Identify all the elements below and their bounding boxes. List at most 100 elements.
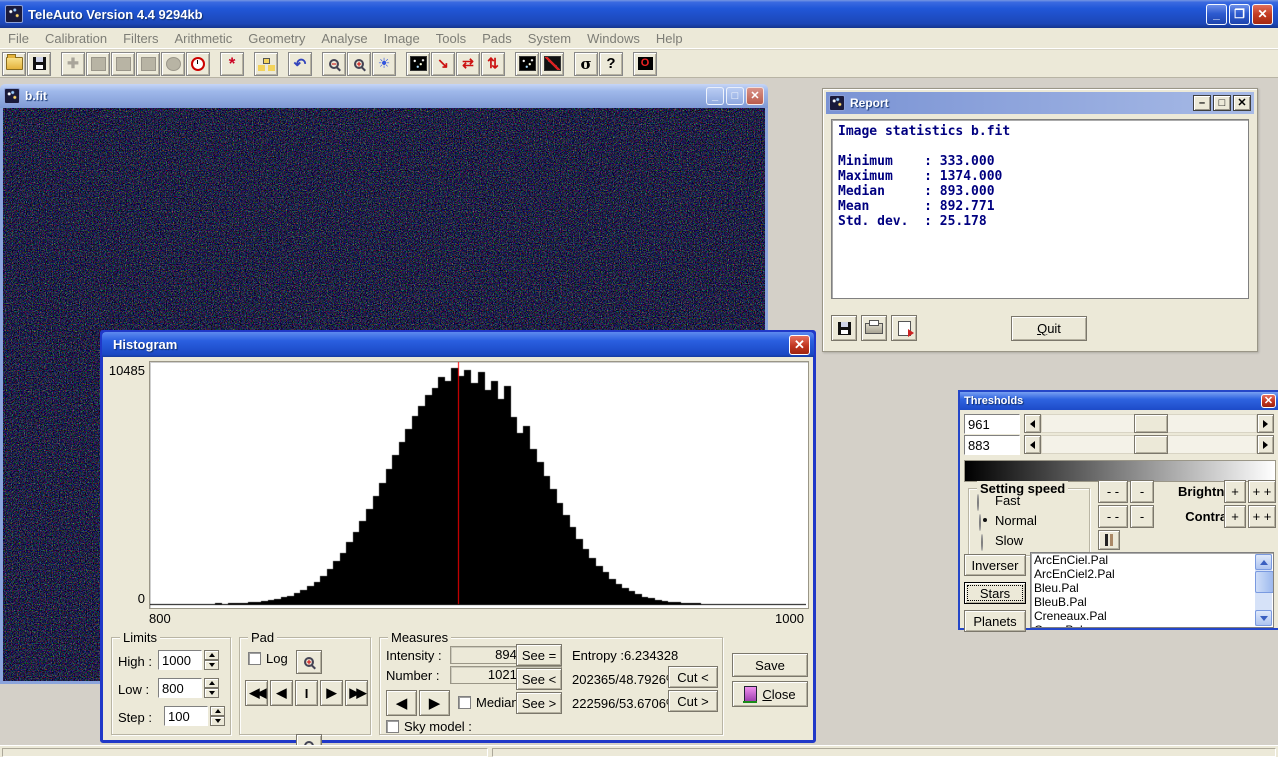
report-export-button[interactable]: [891, 315, 917, 341]
cut-above-button[interactable]: Cut >: [668, 690, 718, 712]
report-text-area[interactable]: Image statistics b.fit Minimum : 333.000…: [831, 119, 1249, 299]
histogram-close-button[interactable]: ✕: [789, 335, 810, 355]
tool-button-2[interactable]: [111, 52, 135, 76]
brightness-minus-button[interactable]: -: [1130, 480, 1154, 503]
palette-item[interactable]: Cyan.Pal: [1031, 623, 1273, 628]
help-button[interactable]: ?: [599, 52, 623, 76]
brightness-button[interactable]: ☀: [372, 52, 396, 76]
reset-levels-button[interactable]: [1098, 530, 1120, 550]
low-input[interactable]: [159, 679, 201, 697]
menu-image[interactable]: Image: [376, 29, 428, 48]
scrollbar-thumb[interactable]: [1255, 571, 1274, 593]
crop-button[interactable]: ↘: [431, 52, 455, 76]
menu-arithmetic[interactable]: Arithmetic: [167, 29, 241, 48]
step-input[interactable]: [165, 707, 207, 725]
report-close-button[interactable]: ✕: [1233, 95, 1251, 111]
palette-item[interactable]: Bleu.Pal: [1031, 581, 1273, 595]
open-button[interactable]: [2, 52, 26, 76]
palette-item[interactable]: ArcEnCiel2.Pal: [1031, 567, 1273, 581]
menu-analyse[interactable]: Analyse: [313, 29, 375, 48]
menu-windows[interactable]: Windows: [579, 29, 648, 48]
see-above-button[interactable]: See >: [516, 692, 562, 714]
thresholds-titlebar[interactable]: Thresholds ✕: [960, 392, 1278, 410]
fast-radio[interactable]: [977, 494, 979, 511]
threshold-low-input[interactable]: [965, 436, 1019, 454]
mirror-button[interactable]: ⇅: [481, 52, 505, 76]
menu-geometry[interactable]: Geometry: [240, 29, 313, 48]
zoom-out-button[interactable]: −: [322, 52, 346, 76]
see-below-button[interactable]: See <: [516, 668, 562, 690]
palette-item[interactable]: ArcEnCiel.Pal: [1031, 553, 1273, 567]
high-input[interactable]: [159, 651, 201, 669]
menu-calibration[interactable]: Calibration: [37, 29, 115, 48]
histogram-titlebar[interactable]: Histogram ✕: [102, 332, 814, 357]
histogram-canvas[interactable]: [150, 362, 806, 606]
thresholds-close-button[interactable]: ✕: [1261, 394, 1276, 408]
sigma-button[interactable]: σ: [574, 52, 598, 76]
noise-frame-button[interactable]: [406, 52, 430, 76]
threshold-high-scrollbar[interactable]: [1024, 414, 1274, 433]
brightness-plus-button[interactable]: +: [1224, 480, 1246, 503]
main-titlebar[interactable]: TeleAuto Version 4.4 9294kb _ ❐ ✕: [0, 0, 1278, 28]
tool-button-1[interactable]: [86, 52, 110, 76]
sky-model-checkbox[interactable]: [386, 720, 399, 733]
measure-left-button[interactable]: ◀: [386, 690, 417, 716]
pad-next-button[interactable]: ▶: [320, 680, 343, 706]
bfit-close-button[interactable]: ✕: [746, 87, 764, 105]
bfit-minimize-button[interactable]: _: [706, 87, 724, 105]
pad-rewind-button[interactable]: ◀◀: [245, 680, 268, 706]
transfer-button[interactable]: [515, 52, 539, 76]
restore-button[interactable]: ❐: [1229, 4, 1250, 25]
threshold-high-input[interactable]: [965, 415, 1019, 433]
close-button[interactable]: ✕: [1252, 4, 1273, 25]
scroll-up-button[interactable]: [1255, 554, 1272, 570]
record-button[interactable]: O: [633, 52, 657, 76]
histogram-plot[interactable]: [149, 361, 809, 609]
lamp-button[interactable]: [161, 52, 185, 76]
scroll-left-button[interactable]: [1024, 414, 1041, 433]
flowchart-button[interactable]: [254, 52, 278, 76]
contrast-minus2-button[interactable]: - -: [1098, 505, 1128, 528]
brightness-minus2-button[interactable]: - -: [1098, 480, 1128, 503]
clock-button[interactable]: [186, 52, 210, 76]
normal-radio[interactable]: [979, 514, 981, 531]
slow-radio[interactable]: [981, 534, 983, 551]
palette-item[interactable]: Creneaux.Pal: [1031, 609, 1273, 623]
report-titlebar[interactable]: Report – □ ✕: [826, 92, 1254, 114]
pad-cursor-button[interactable]: I: [295, 680, 318, 706]
scroll-left-button[interactable]: [1024, 435, 1041, 454]
cut-below-button[interactable]: Cut <: [668, 666, 718, 688]
save-button[interactable]: [27, 52, 51, 76]
inverser-button[interactable]: Inverser: [964, 554, 1026, 576]
contrast-minus-button[interactable]: -: [1130, 505, 1154, 528]
contrast-plus2-button[interactable]: + +: [1248, 505, 1276, 528]
pan-button[interactable]: ✚: [61, 52, 85, 76]
menu-file[interactable]: File: [0, 29, 37, 48]
scroll-right-button[interactable]: [1257, 435, 1274, 454]
high-spinner[interactable]: [204, 650, 219, 670]
low-spinner[interactable]: [204, 678, 219, 698]
noise-slash-button[interactable]: [540, 52, 564, 76]
close-histogram-button[interactable]: Close: [732, 681, 808, 707]
report-save-button[interactable]: [831, 315, 857, 341]
save-histogram-button[interactable]: Save: [732, 653, 808, 677]
palette-scrollbar[interactable]: [1255, 554, 1272, 626]
menu-system[interactable]: System: [520, 29, 579, 48]
palette-item[interactable]: BleuB.Pal: [1031, 595, 1273, 609]
contrast-plus-button[interactable]: +: [1224, 505, 1246, 528]
pad-prev-button[interactable]: ◀: [270, 680, 293, 706]
bfit-maximize-button[interactable]: □: [726, 87, 744, 105]
report-print-button[interactable]: [861, 315, 887, 341]
menu-tools[interactable]: Tools: [428, 29, 474, 48]
minimize-button[interactable]: _: [1206, 4, 1227, 25]
scroll-down-button[interactable]: [1255, 610, 1272, 626]
pad-zoom-in-button[interactable]: +: [296, 650, 322, 674]
tool-button-3[interactable]: [136, 52, 160, 76]
stars-button[interactable]: Stars: [964, 582, 1026, 604]
planets-button[interactable]: Planets: [964, 610, 1026, 632]
report-minimize-button[interactable]: –: [1193, 95, 1211, 111]
see-equal-button[interactable]: See =: [516, 644, 562, 666]
pad-forward-button[interactable]: ▶▶: [345, 680, 368, 706]
zoom-in-button[interactable]: +: [347, 52, 371, 76]
scroll-right-button[interactable]: [1257, 414, 1274, 433]
